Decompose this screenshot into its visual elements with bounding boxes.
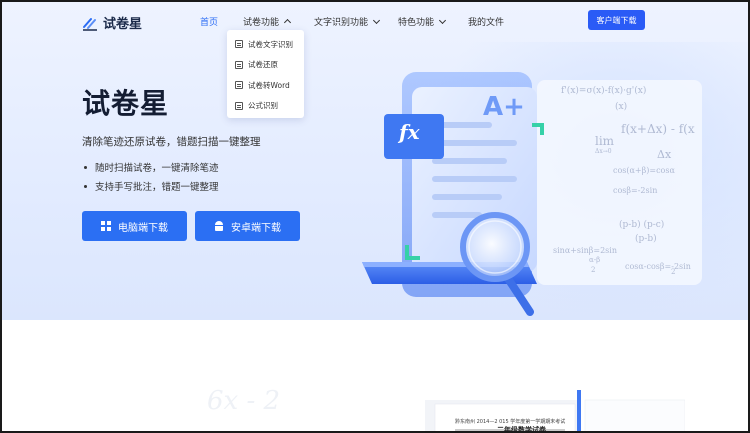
formula-text: (p-b) [635, 234, 657, 244]
hero-title: 试卷星 [82, 87, 170, 120]
document-illustration [362, 72, 702, 316]
dropdown-item-exam-ocr[interactable]: 试卷文字识别 [227, 34, 304, 55]
bullet-dot [84, 184, 87, 188]
bullet-text: 随时扫描试卷，一键清除笔迹 [95, 163, 219, 174]
chevron-down-icon [372, 16, 381, 24]
nav-item-exam-features[interactable]: 试卷功能 [243, 15, 292, 28]
formula-text: (x) [615, 102, 628, 112]
nav-label: 我的文件 [468, 18, 505, 28]
nav-item-home[interactable]: 首页 [200, 15, 218, 28]
chevron-down-icon [438, 16, 447, 24]
formula-text: cos(α+β)=cosα [613, 166, 675, 175]
formula-text: Δx→0 [595, 148, 612, 155]
doc-text-icon [235, 40, 243, 49]
dropdown-label: 试卷文字识别 [248, 39, 293, 49]
formula-text: 2 [591, 266, 596, 274]
fx-label: fx [399, 120, 420, 144]
dropdown-label: 试卷还原 [248, 60, 278, 70]
windows-icon [101, 221, 111, 231]
client-download-button[interactable]: 客户端下载 [588, 10, 645, 30]
dropdown-label: 试卷转Word [248, 80, 290, 90]
nav-item-my-files[interactable]: 我的文件 [468, 15, 504, 28]
paper-header: 黔东南州 2014—2 015 学年度第一学期期末考试 [455, 419, 566, 425]
android-download-button[interactable]: 安卓端下载 [195, 211, 300, 241]
hero-bullet: 随时扫描试卷，一键清除笔迹 [84, 160, 219, 174]
top-nav: 试卷星 首页 试卷功能 文字识别功能 特色功能 我的文件 客户端下载 [2, 2, 748, 38]
formula-text: cosα-cosβ=-2sin [625, 262, 691, 271]
dropdown-label: 公式识别 [248, 101, 278, 111]
dropdown-item-exam-to-word[interactable]: 试卷转Word [227, 75, 304, 96]
nav-label: 特色功能 [398, 18, 435, 28]
logo-icon [82, 16, 98, 31]
hero-subtitle: 清除笔迹还原试卷，错题扫描一键整理 [82, 136, 261, 148]
android-icon [214, 221, 224, 231]
hero-illustration: fx A+ f'(x)=σ(x)-f(x)·g'(x) (x) f(x+Δx) … [357, 62, 717, 324]
chevron-up-icon [283, 18, 292, 27]
nav-label: 试卷功能 [243, 18, 280, 28]
formula-text: 2 [671, 268, 676, 276]
formula-text: (p-b) (p-c) [619, 220, 665, 230]
dropdown-item-exam-restore[interactable]: 试卷还原 [227, 55, 304, 76]
nav-label: 首页 [200, 18, 219, 28]
formula-text: Δx [657, 148, 672, 161]
ghost-formula: 6x - 2 [207, 386, 281, 416]
formula-icon [235, 101, 243, 110]
bullet-text: 支持手写批注，错题一键整理 [95, 182, 219, 193]
formula-text: cosβ=-2sin [613, 186, 658, 195]
exam-features-dropdown: 试卷文字识别 试卷还原 试卷转Word 公式识别 [227, 30, 304, 118]
paper-preview-graphic [425, 390, 685, 431]
word-convert-icon [235, 81, 243, 90]
formula-text: f(x+Δx) - f(x [621, 122, 695, 136]
hero-bullet: 支持手写批注，错题一键整理 [84, 179, 219, 193]
formula-text: sinα+sinβ=2sin [553, 246, 617, 255]
doc-restore-icon [235, 60, 243, 69]
logo-text: 试卷星 [103, 17, 143, 32]
a-plus-label: A+ [483, 92, 525, 122]
pc-download-button[interactable]: 电脑端下载 [82, 211, 187, 241]
nav-item-ocr-features[interactable]: 文字识别功能 [314, 15, 381, 28]
logo[interactable]: 试卷星 [82, 13, 142, 32]
formula-text: lim [595, 134, 615, 148]
dropdown-item-formula-ocr[interactable]: 公式识别 [227, 96, 304, 117]
nav-label: 文字识别功能 [314, 18, 369, 28]
button-label: 安卓端下载 [231, 222, 281, 234]
formula-text: f'(x)=σ(x)-f(x)·g'(x) [561, 86, 647, 96]
paper-title: 二年级数学试卷 [497, 426, 546, 433]
page-frame: 试卷星 首页 试卷功能 文字识别功能 特色功能 我的文件 客户端下载 试卷文字识… [0, 0, 750, 433]
formula-text: α-β [589, 256, 601, 264]
nav-item-special-features[interactable]: 特色功能 [398, 15, 447, 28]
button-label: 电脑端下载 [118, 222, 168, 234]
bullet-dot [84, 165, 87, 169]
exam-paper-preview: 黔东南州 2014—2 015 学年度第一学期期末考试 二年级数学试卷 [425, 390, 685, 433]
